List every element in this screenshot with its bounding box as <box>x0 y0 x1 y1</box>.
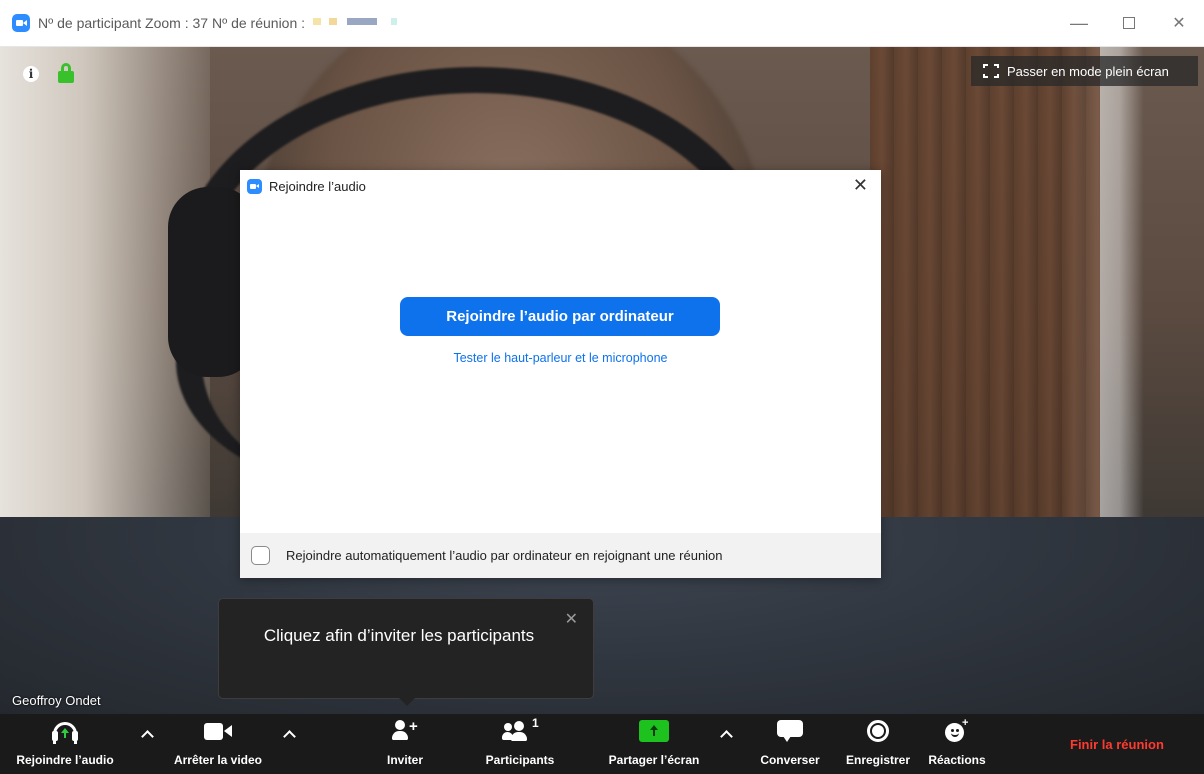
record-label: Enregistrer <box>845 753 911 767</box>
join-audio-label: Rejoindre l’audio <box>16 753 114 767</box>
add-person-icon: + <box>392 719 418 742</box>
auto-join-label[interactable]: Rejoindre automatiquement l’audio par or… <box>286 548 723 563</box>
chevron-up-icon[interactable] <box>722 732 731 741</box>
people-icon: 1 <box>502 716 539 742</box>
auto-join-checkbox[interactable] <box>251 546 270 565</box>
share-screen-button[interactable]: Partager l’écran <box>595 714 713 774</box>
dialog-close-button[interactable]: ✕ <box>853 176 868 194</box>
video-camera-icon <box>204 722 232 740</box>
join-computer-audio-button[interactable]: Rejoindre l’audio par ordinateur <box>400 297 720 336</box>
participants-count: 1 <box>532 716 539 730</box>
meeting-toolbar: Rejoindre l’audio Arrêter la video + Inv… <box>0 714 1204 774</box>
reactions-button[interactable]: + Réactions <box>922 714 992 774</box>
test-speaker-mic-link[interactable]: Tester le haut-parleur et le microphone <box>240 351 881 365</box>
invite-tooltip: Cliquez afin d’inviter les participants … <box>218 598 594 706</box>
chat-button[interactable]: Converser <box>750 714 830 774</box>
fullscreen-icon <box>983 64 999 78</box>
reactions-label: Réactions <box>928 753 986 767</box>
end-meeting-button[interactable]: Finir la réunion <box>1070 737 1164 752</box>
chat-label: Converser <box>760 753 820 767</box>
fullscreen-label: Passer en mode plein écran <box>1007 63 1169 79</box>
zoom-logo-icon <box>12 14 30 32</box>
lock-icon[interactable] <box>58 63 74 83</box>
dialog-header: Rejoindre l’audio ✕ <box>240 170 881 202</box>
record-button[interactable]: Enregistrer <box>838 714 918 774</box>
tooltip-text: Cliquez afin d’inviter les participants <box>263 626 535 645</box>
window-title: Nº de participant Zoom : 37 Nº de réunio… <box>38 15 306 31</box>
record-icon <box>867 720 889 742</box>
join-audio-button[interactable]: Rejoindre l’audio <box>0 714 130 774</box>
participant-name: Geoffroy Ondet <box>12 693 101 708</box>
chevron-up-icon[interactable] <box>285 732 294 741</box>
zoom-logo-icon <box>247 178 262 194</box>
participants-button[interactable]: 1 Participants <box>470 714 570 774</box>
participants-label: Participants <box>485 753 555 767</box>
window-close-button[interactable]: ✕ <box>1154 3 1204 43</box>
invite-label: Inviter <box>386 753 423 767</box>
chevron-up-icon[interactable] <box>143 732 152 741</box>
stop-video-label: Arrêter la video <box>173 753 263 767</box>
invite-button[interactable]: + Inviter <box>370 714 440 774</box>
fullscreen-button[interactable]: Passer en mode plein écran <box>971 56 1198 86</box>
share-screen-icon <box>639 720 669 742</box>
stop-video-button[interactable]: Arrêter la video <box>158 714 278 774</box>
maximize-icon <box>1123 17 1135 29</box>
redacted-meeting-id <box>311 16 401 30</box>
info-icon[interactable]: i <box>23 66 39 82</box>
maximize-button[interactable] <box>1104 3 1154 43</box>
title-bar: Nº de participant Zoom : 37 Nº de réunio… <box>0 0 1204 47</box>
tooltip-close-button[interactable]: ✕ <box>565 609 578 629</box>
minimize-button[interactable]: — <box>1054 3 1104 43</box>
join-audio-dialog: Rejoindre l’audio ✕ Rejoindre l’audio pa… <box>240 170 881 578</box>
smiley-icon: + <box>945 717 969 742</box>
headphone-icon <box>52 722 78 744</box>
dialog-title: Rejoindre l’audio <box>269 178 366 194</box>
dialog-footer: Rejoindre automatiquement l’audio par or… <box>240 533 881 578</box>
chat-bubble-icon <box>777 720 803 742</box>
share-screen-label: Partager l’écran <box>608 753 700 767</box>
